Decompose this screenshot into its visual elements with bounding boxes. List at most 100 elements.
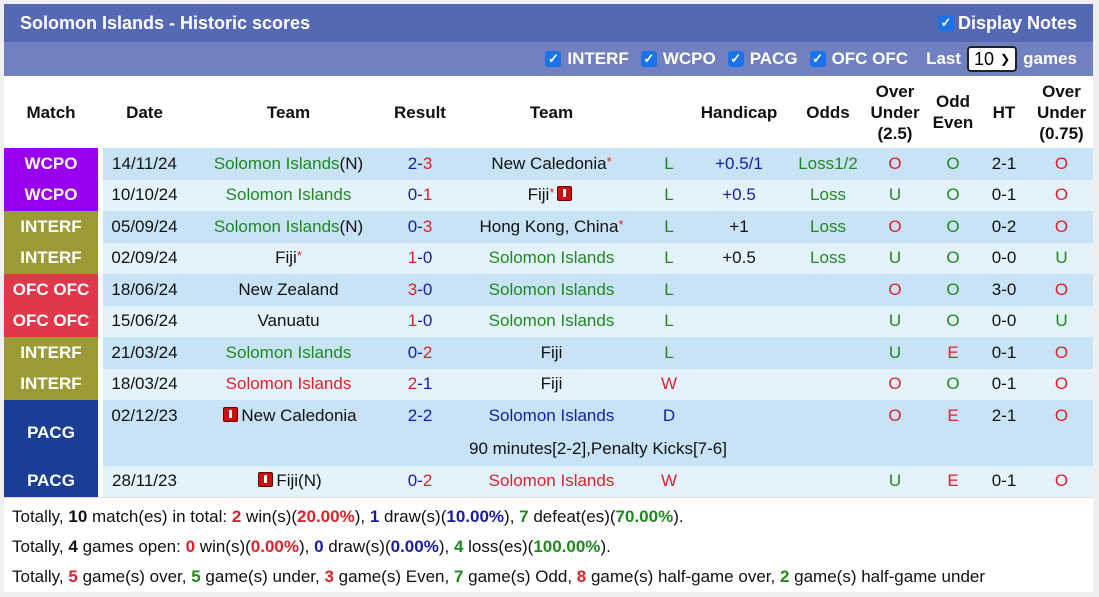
league-badge[interactable]: OFC OFC [4,274,98,306]
red-card-icon [557,186,573,202]
summary: Totally, 10 match(es) in total: 2 win(s)… [4,497,1093,592]
score-away: 3 [422,153,433,173]
display-notes-toggle[interactable]: ✓ Display Notes [937,13,1077,34]
home-team[interactable]: Solomon Islands [186,337,391,369]
match-result[interactable]: 3-0 [391,274,449,306]
odd-even: O [928,148,978,180]
match-result[interactable]: 0-1 [391,179,449,211]
table-row: PACG 28/11/23 Fiji(N) 0-2 Solomon Islands W U E… [4,465,1093,497]
summary-value: 10.00% [446,507,505,526]
home-team-name[interactable]: Fiji [276,471,298,490]
away-team[interactable]: Solomon Islands [449,465,654,497]
half-time: 3-0 [978,274,1030,306]
match-date: 15/06/24 [103,305,186,337]
away-team-name[interactable]: Solomon Islands [489,248,615,267]
away-team-name[interactable]: Fiji [541,374,563,393]
away-team[interactable]: Solomon Islands [449,305,654,337]
last-games-select[interactable]: 10 ❯ [967,46,1018,72]
away-team-name[interactable]: Fiji [528,185,550,204]
match-result[interactable]: 0-2 [391,337,449,369]
filter-wcpo[interactable]: ✓ WCPO [640,49,716,69]
odd-even: O [928,242,978,274]
home-team[interactable]: New Zealand [186,274,391,306]
league-badge[interactable]: WCPO [4,148,98,180]
filter-interf[interactable]: ✓ INTERF [545,49,629,69]
away-team-name[interactable]: Fiji [541,343,563,362]
half-time: 0-1 [978,465,1030,497]
away-team[interactable]: Fiji* [449,179,654,211]
checkbox-checked-icon[interactable]: ✓ [937,15,954,31]
home-team-name[interactable]: Solomon Islands [226,343,352,362]
away-team[interactable]: Fiji [449,337,654,369]
score-home: 0 [407,471,418,491]
away-team-name[interactable]: Hong Kong, China [480,217,619,236]
home-team[interactable]: Fiji(N) [186,465,391,497]
away-team[interactable]: Solomon Islands [449,400,654,432]
scores-table: Match Date Team Result Team Handicap Odd… [4,76,1093,497]
away-team[interactable]: Solomon Islands [449,242,654,274]
filter-ofc[interactable]: ✓ OFC OFC [809,49,908,69]
home-team[interactable]: New Caledonia [186,400,391,432]
over-under: U [862,305,928,337]
score-away: 2 [422,471,433,491]
home-team-name[interactable]: New Zealand [238,280,338,299]
checkbox-checked-icon[interactable]: ✓ [809,51,826,67]
league-badge[interactable]: OFC OFC [4,305,98,337]
match-result[interactable]: 1-0 [391,305,449,337]
summary-text: loss(es)( [463,537,534,556]
league-badge[interactable]: INTERF [4,242,98,274]
over-under-075: U [1030,242,1093,274]
league-badge[interactable]: WCPO [4,179,98,211]
home-team[interactable]: Fiji* [186,242,391,274]
away-team-name[interactable]: New Caledonia [491,154,606,173]
summary-text: game(s) over, [77,567,192,586]
home-team-name[interactable]: Fiji [275,248,297,267]
home-team-name[interactable]: New Caledonia [241,406,356,425]
match-result[interactable]: 2-1 [391,368,449,400]
over-under: O [862,400,928,432]
home-team[interactable]: Vanuatu [186,305,391,337]
away-team-name[interactable]: Solomon Islands [489,280,615,299]
away-team[interactable]: Fiji [449,368,654,400]
odd-even: O [928,305,978,337]
match-result[interactable]: 0-2 [391,465,449,497]
away-team-name[interactable]: Solomon Islands [489,406,615,425]
home-team-name[interactable]: Solomon Islands [226,374,352,393]
match-result[interactable]: 2-3 [391,148,449,180]
home-team[interactable]: Solomon Islands [186,368,391,400]
home-team-name[interactable]: Solomon Islands [214,154,340,173]
over-under-075: O [1030,465,1093,497]
home-team[interactable]: Solomon Islands(N) [186,211,391,243]
league-badge[interactable]: PACG [4,400,98,466]
away-team-name[interactable]: Solomon Islands [489,471,615,490]
home-team-name[interactable]: Solomon Islands [226,185,352,204]
odd-even: O [928,368,978,400]
checkbox-checked-icon[interactable]: ✓ [640,51,657,67]
checkbox-checked-icon[interactable]: ✓ [545,51,562,67]
filter-pacg[interactable]: ✓ PACG [727,49,798,69]
away-team-name[interactable]: Solomon Islands [489,311,615,330]
league-badge[interactable]: PACG [4,465,98,497]
league-badge[interactable]: INTERF [4,368,98,400]
league-badge[interactable]: INTERF [4,211,98,243]
match-result[interactable]: 1-0 [391,242,449,274]
away-team[interactable]: New Caledonia* [449,148,654,180]
checkbox-checked-icon[interactable]: ✓ [727,51,744,67]
half-time: 0-1 [978,179,1030,211]
table-row: PACG 02/12/23 New Caledonia 2-2 Solomon Isla… [4,400,1093,466]
away-team[interactable]: Hong Kong, China* [449,211,654,243]
handicap [684,274,794,306]
odd-even: O [928,274,978,306]
match-result[interactable]: 2-2 [391,400,449,432]
half-time: 0-2 [978,211,1030,243]
home-team-name[interactable]: Vanuatu [257,311,319,330]
match-result[interactable]: 0-3 [391,211,449,243]
summary-value: 20.00% [297,507,355,526]
home-team-name[interactable]: Solomon Islands [214,217,340,236]
summary-text: win(s)( [241,507,298,526]
home-team[interactable]: Solomon Islands(N) [186,148,391,180]
league-badge[interactable]: INTERF [4,337,98,369]
summary-text: draw(s)( [323,537,391,556]
home-team[interactable]: Solomon Islands [186,179,391,211]
away-team[interactable]: Solomon Islands [449,274,654,306]
